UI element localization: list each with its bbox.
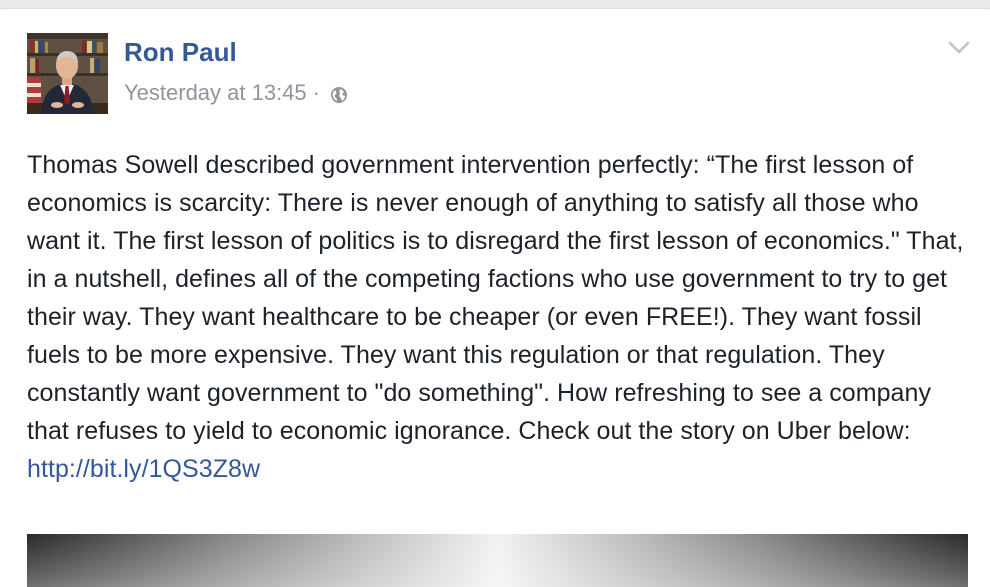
post-body: Thomas Sowell described government inter… bbox=[27, 146, 972, 488]
post-body-text: Thomas Sowell described government inter… bbox=[27, 151, 964, 445]
avatar-photo bbox=[27, 33, 108, 114]
chevron-down-icon[interactable] bbox=[948, 41, 970, 55]
post-card: Ron Paul Yesterday at 13:45 · Thomas Sow… bbox=[0, 8, 990, 587]
globe-icon[interactable] bbox=[330, 84, 348, 103]
meta-separator: · bbox=[312, 80, 320, 105]
author-name-link[interactable]: Ron Paul bbox=[124, 37, 237, 68]
post-timestamp[interactable]: Yesterday at 13:45 bbox=[124, 80, 307, 106]
author-avatar[interactable] bbox=[27, 33, 108, 114]
post-link[interactable]: http://bit.ly/1QS3Z8w bbox=[27, 455, 260, 483]
post-meta: Yesterday at 13:45 · bbox=[124, 80, 348, 106]
link-preview-image[interactable] bbox=[27, 534, 968, 587]
